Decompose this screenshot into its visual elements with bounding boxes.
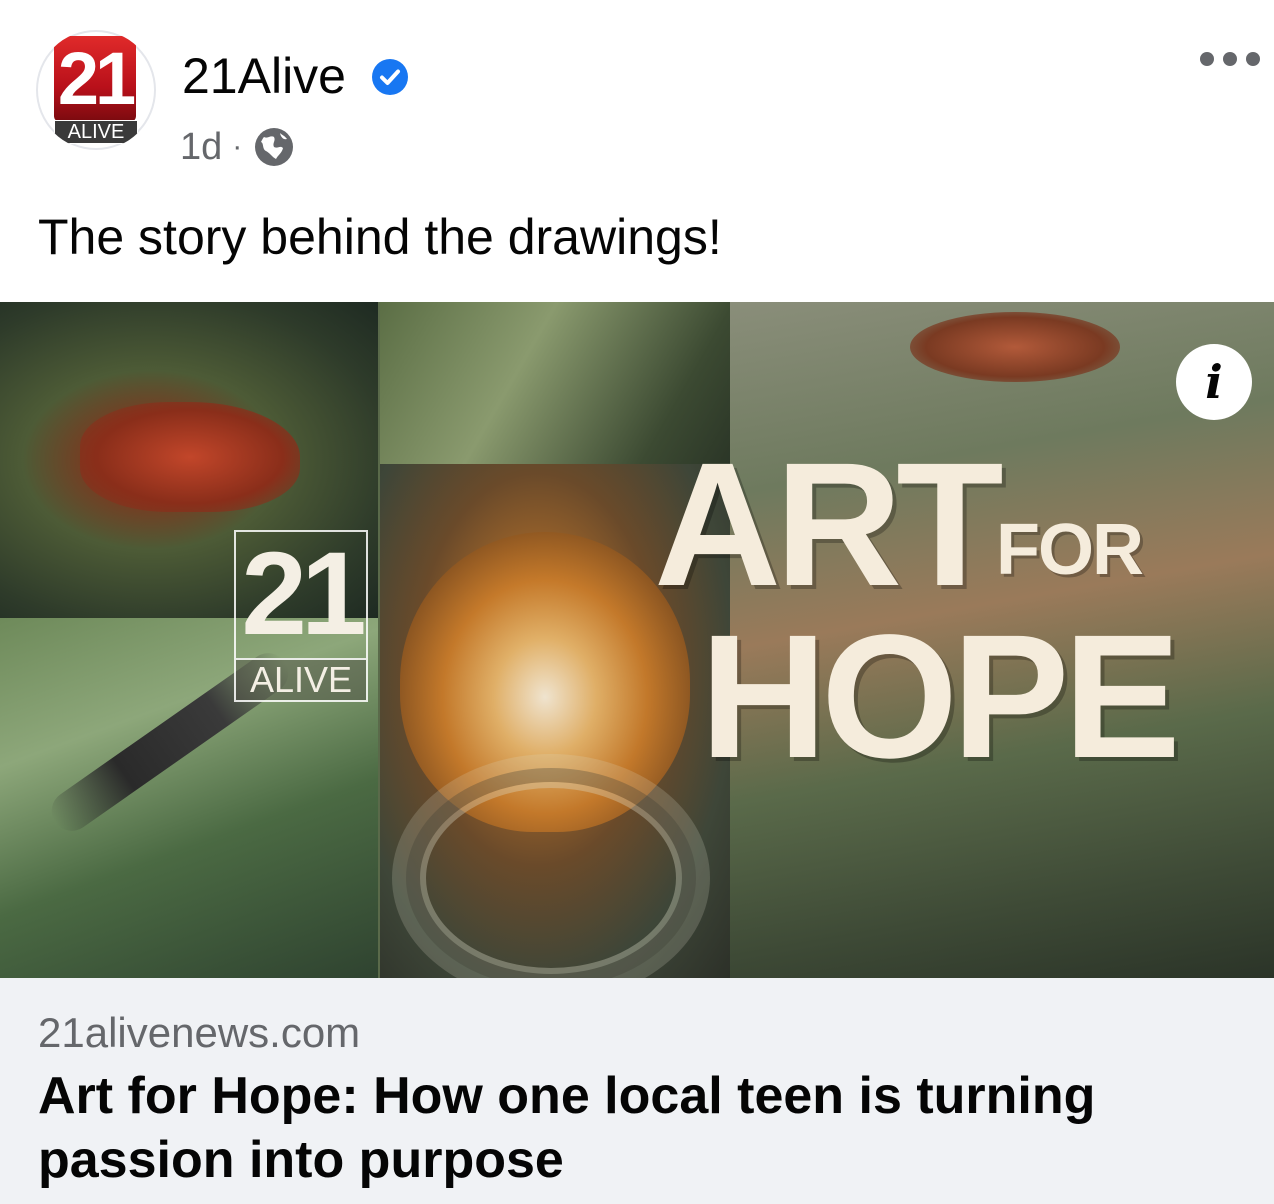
watermark-text: ALIVE	[236, 658, 366, 700]
headline-for: FOR	[996, 510, 1144, 590]
post-time[interactable]: 1d	[180, 126, 222, 169]
more-options-icon[interactable]	[1200, 44, 1260, 74]
avatar-logo-text: ALIVE	[54, 120, 138, 144]
more-dot	[1223, 52, 1237, 66]
post-header: 21 ALIVE 21Alive 1d · The story behind t…	[0, 0, 1274, 300]
crab-figure	[910, 312, 1120, 382]
globe-icon[interactable]	[252, 125, 296, 169]
more-dot	[1246, 52, 1260, 66]
avatar-logo-number: 21	[54, 36, 136, 122]
post-caption: The story behind the drawings!	[38, 209, 722, 265]
watermark-number: 21	[241, 528, 366, 660]
headline-art: ART	[654, 427, 1004, 623]
page-avatar[interactable]: 21 ALIVE	[36, 30, 156, 150]
info-icon[interactable]: i	[1176, 344, 1252, 420]
post-image[interactable]: 21 ALIVE ART FOR HOPE i	[0, 302, 1274, 978]
headline-hope: HOPE	[700, 599, 1181, 795]
water-ripple	[420, 782, 682, 974]
meta-separator: ·	[232, 130, 243, 163]
link-title[interactable]: Art for Hope: How one local teen is turn…	[38, 1064, 1218, 1192]
link-domain: 21alivenews.com	[38, 1009, 361, 1056]
verified-badge-icon	[372, 59, 408, 95]
station-watermark: 21 ALIVE	[234, 530, 368, 702]
page-name[interactable]: 21Alive	[182, 48, 346, 104]
antelope-figure	[80, 402, 300, 512]
more-dot	[1200, 52, 1214, 66]
post-meta: 1d ·	[180, 122, 296, 172]
